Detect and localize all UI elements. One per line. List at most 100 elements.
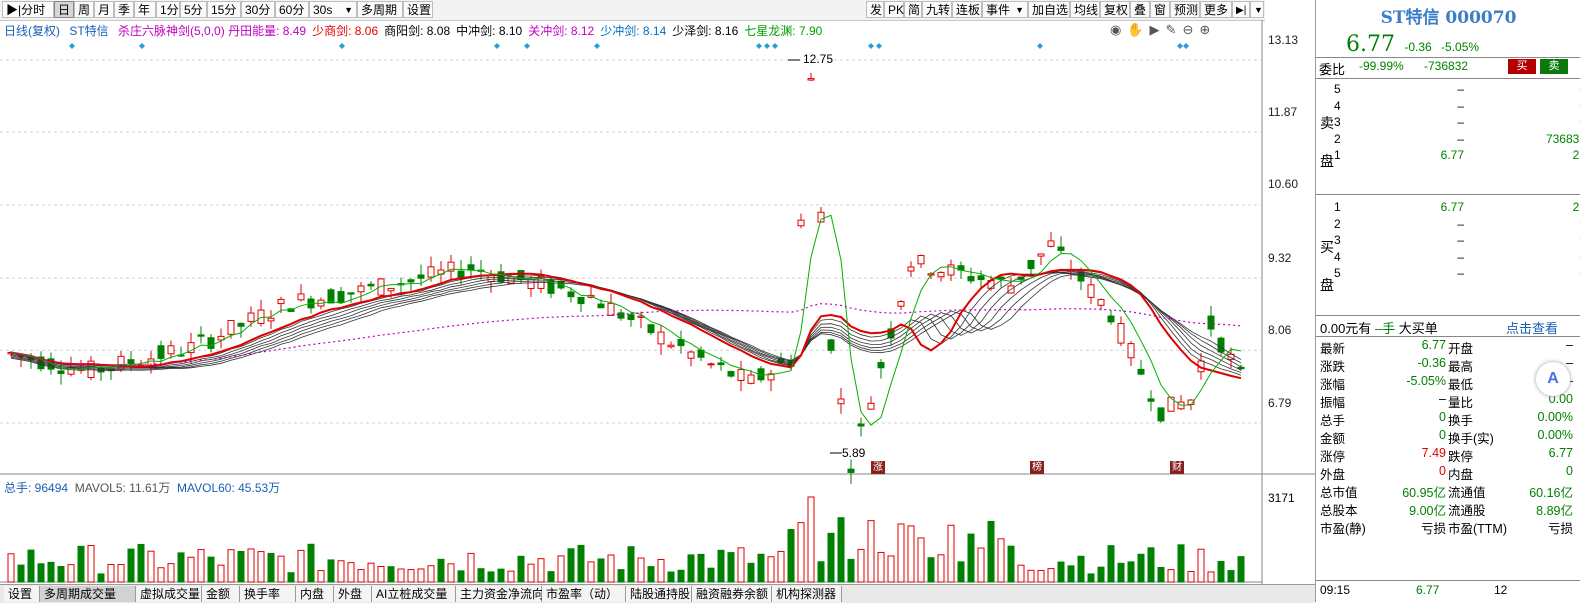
level-price: – — [1457, 233, 1464, 247]
period-btn-5min[interactable]: 5分 — [180, 1, 207, 18]
quote-stat-row: 总手 0 换手 0.00% — [1320, 410, 1580, 428]
bid-level-row[interactable]: 3 – 0 — [1334, 233, 1580, 249]
panel-menu-arrow-icon[interactable]: ▼ — [1250, 1, 1264, 18]
indicator-tab[interactable]: AI立桩成交量 — [372, 586, 456, 602]
period-btn-week[interactable]: 周 — [74, 1, 94, 18]
multi-period-button[interactable]: 多周期 — [357, 1, 403, 18]
volume-bar — [57, 566, 65, 583]
volume-bar — [1077, 555, 1085, 583]
overlay-button[interactable]: 叠 — [1130, 1, 1150, 18]
candle-body — [387, 287, 395, 292]
ask-level-row[interactable]: 5 – 0 — [1334, 82, 1580, 98]
candle-body — [877, 362, 885, 369]
view-big-order-link[interactable]: 点击查看 — [1506, 318, 1558, 337]
ask-level-row[interactable]: 4 – 0 — [1334, 99, 1580, 115]
forecast-button[interactable]: 预测 — [1170, 1, 1200, 18]
settings-button[interactable]: 设置 — [403, 1, 433, 18]
assistant-icon[interactable]: A — [1536, 362, 1570, 396]
period-btn-fenshi[interactable]: ▶|分时 — [2, 1, 54, 18]
big-order-label: 大买单 — [1398, 321, 1438, 336]
event-marker-zhang[interactable]: 涨 — [871, 461, 885, 474]
stat-label: 内盘 — [1448, 468, 1474, 482]
level-number: 1 — [1334, 200, 1341, 214]
volume-bar — [1187, 571, 1195, 583]
tool-jian-button[interactable]: 简 — [904, 1, 922, 18]
indicator-tab[interactable]: 虚拟成交量 — [136, 586, 202, 602]
bid-level-row[interactable]: 5 – 0 — [1334, 266, 1580, 282]
ma-line-button[interactable]: 均线 — [1070, 1, 1100, 18]
tool-pk-button[interactable]: PK — [884, 1, 904, 18]
volume-bar — [1207, 571, 1215, 583]
period-btn-month[interactable]: 月 — [94, 1, 114, 18]
stat-value: 6.77 — [1421, 338, 1446, 352]
volume-bar — [1127, 561, 1135, 583]
ma-line — [10, 271, 1242, 371]
price-axis-label: 13.13 — [1268, 33, 1299, 47]
candle-body — [657, 331, 665, 345]
bid-level-row[interactable]: 2 – 0 — [1334, 217, 1580, 233]
period-btn-year[interactable]: 年 — [134, 1, 156, 18]
more-button[interactable]: 更多 — [1200, 1, 1232, 18]
tool-jiuzhuan-button[interactable]: 九转 — [922, 1, 952, 18]
indicator-tab[interactable]: 陆股通持股 — [626, 586, 692, 602]
quote-stat-row: 总市值 60.95亿 流通值 60.16亿 — [1320, 482, 1580, 500]
level-volume: 0 — [1494, 99, 1580, 113]
volume-bar — [677, 569, 685, 583]
tool-fa-button[interactable]: 发 — [866, 1, 884, 18]
event-marker-bang[interactable]: 榜 — [1030, 461, 1044, 474]
tool-event-button[interactable]: 事件 ▼ — [982, 1, 1028, 18]
quote-stat-row: 金额 0 换手(实) 0.00% — [1320, 428, 1580, 446]
indicator-tab[interactable]: 多周期成交量 — [40, 586, 136, 602]
ask-level-row[interactable]: 1 6.77 21 — [1334, 148, 1580, 164]
indicator-tab[interactable]: 外盘 — [334, 586, 372, 602]
ask-level-row[interactable]: 2 – 736832 — [1334, 132, 1580, 148]
volume-bar — [527, 563, 535, 583]
indicator-tab[interactable]: 市盈率（动） — [542, 586, 626, 602]
candle-body — [347, 292, 355, 295]
kline-chart[interactable] — [0, 20, 1315, 584]
period-btn-60min[interactable]: 60分 — [275, 1, 309, 18]
sell-button[interactable]: 卖 — [1540, 59, 1568, 74]
volume-bar — [37, 563, 45, 583]
period-btn-15min[interactable]: 15分 — [207, 1, 241, 18]
ask-level-row[interactable]: 3 – 0 — [1334, 115, 1580, 131]
window-button[interactable]: 窗 — [1150, 1, 1170, 18]
adjust-button[interactable]: 复权 — [1100, 1, 1130, 18]
stat-label: 外盘 — [1320, 468, 1346, 482]
period-select-30s[interactable]: 30s ▼ — [309, 1, 357, 18]
candle-body — [577, 296, 585, 305]
indicator-tab[interactable]: 金额 — [202, 586, 240, 602]
ma-line — [10, 273, 1242, 371]
bid-level-row[interactable]: 1 6.77 21 — [1334, 200, 1580, 216]
tool-lianban-button[interactable]: 连板 — [952, 1, 982, 18]
volume-bar — [847, 558, 855, 583]
candle-body — [567, 291, 575, 298]
period-btn-1min[interactable]: 1分 — [156, 1, 180, 18]
dropdown-arrow-icon: ▼ — [1015, 5, 1024, 15]
candle-body — [1057, 246, 1065, 251]
volume-bar — [77, 545, 85, 583]
bid-level-row[interactable]: 4 – 0 — [1334, 250, 1580, 266]
indicator-tab[interactable]: 设置 — [4, 586, 40, 602]
period-btn-30min[interactable]: 30分 — [241, 1, 275, 18]
indicator-tab[interactable]: 主力资金净流向 — [456, 586, 544, 602]
indicator-tab[interactable]: 融资融券余额 — [692, 586, 772, 602]
collapse-right-icon[interactable]: ▶| — [1232, 1, 1250, 18]
buy-button[interactable]: 买 — [1508, 59, 1536, 74]
stat-value: 0 — [1439, 428, 1446, 442]
level-number: 3 — [1334, 233, 1341, 247]
stat-label: 金额 — [1320, 432, 1346, 446]
volume-bar — [867, 520, 875, 583]
period-btn-day[interactable]: 日 — [54, 1, 74, 18]
period-btn-quarter[interactable]: 季 — [114, 1, 134, 18]
indicator-tab[interactable]: 机构探测器 — [772, 586, 842, 602]
volume-bar — [67, 564, 75, 583]
level-price: – — [1457, 98, 1464, 113]
event-marker-cai[interactable]: 财 — [1170, 461, 1184, 474]
indicator-tab[interactable]: 换手率 — [240, 586, 296, 602]
add-watchlist-button[interactable]: 加自选 — [1028, 1, 1070, 18]
indicator-tab[interactable]: 内盘 — [296, 586, 334, 602]
volume-bar — [167, 563, 175, 583]
candle-body — [1107, 315, 1115, 323]
volume-bar — [257, 551, 265, 583]
